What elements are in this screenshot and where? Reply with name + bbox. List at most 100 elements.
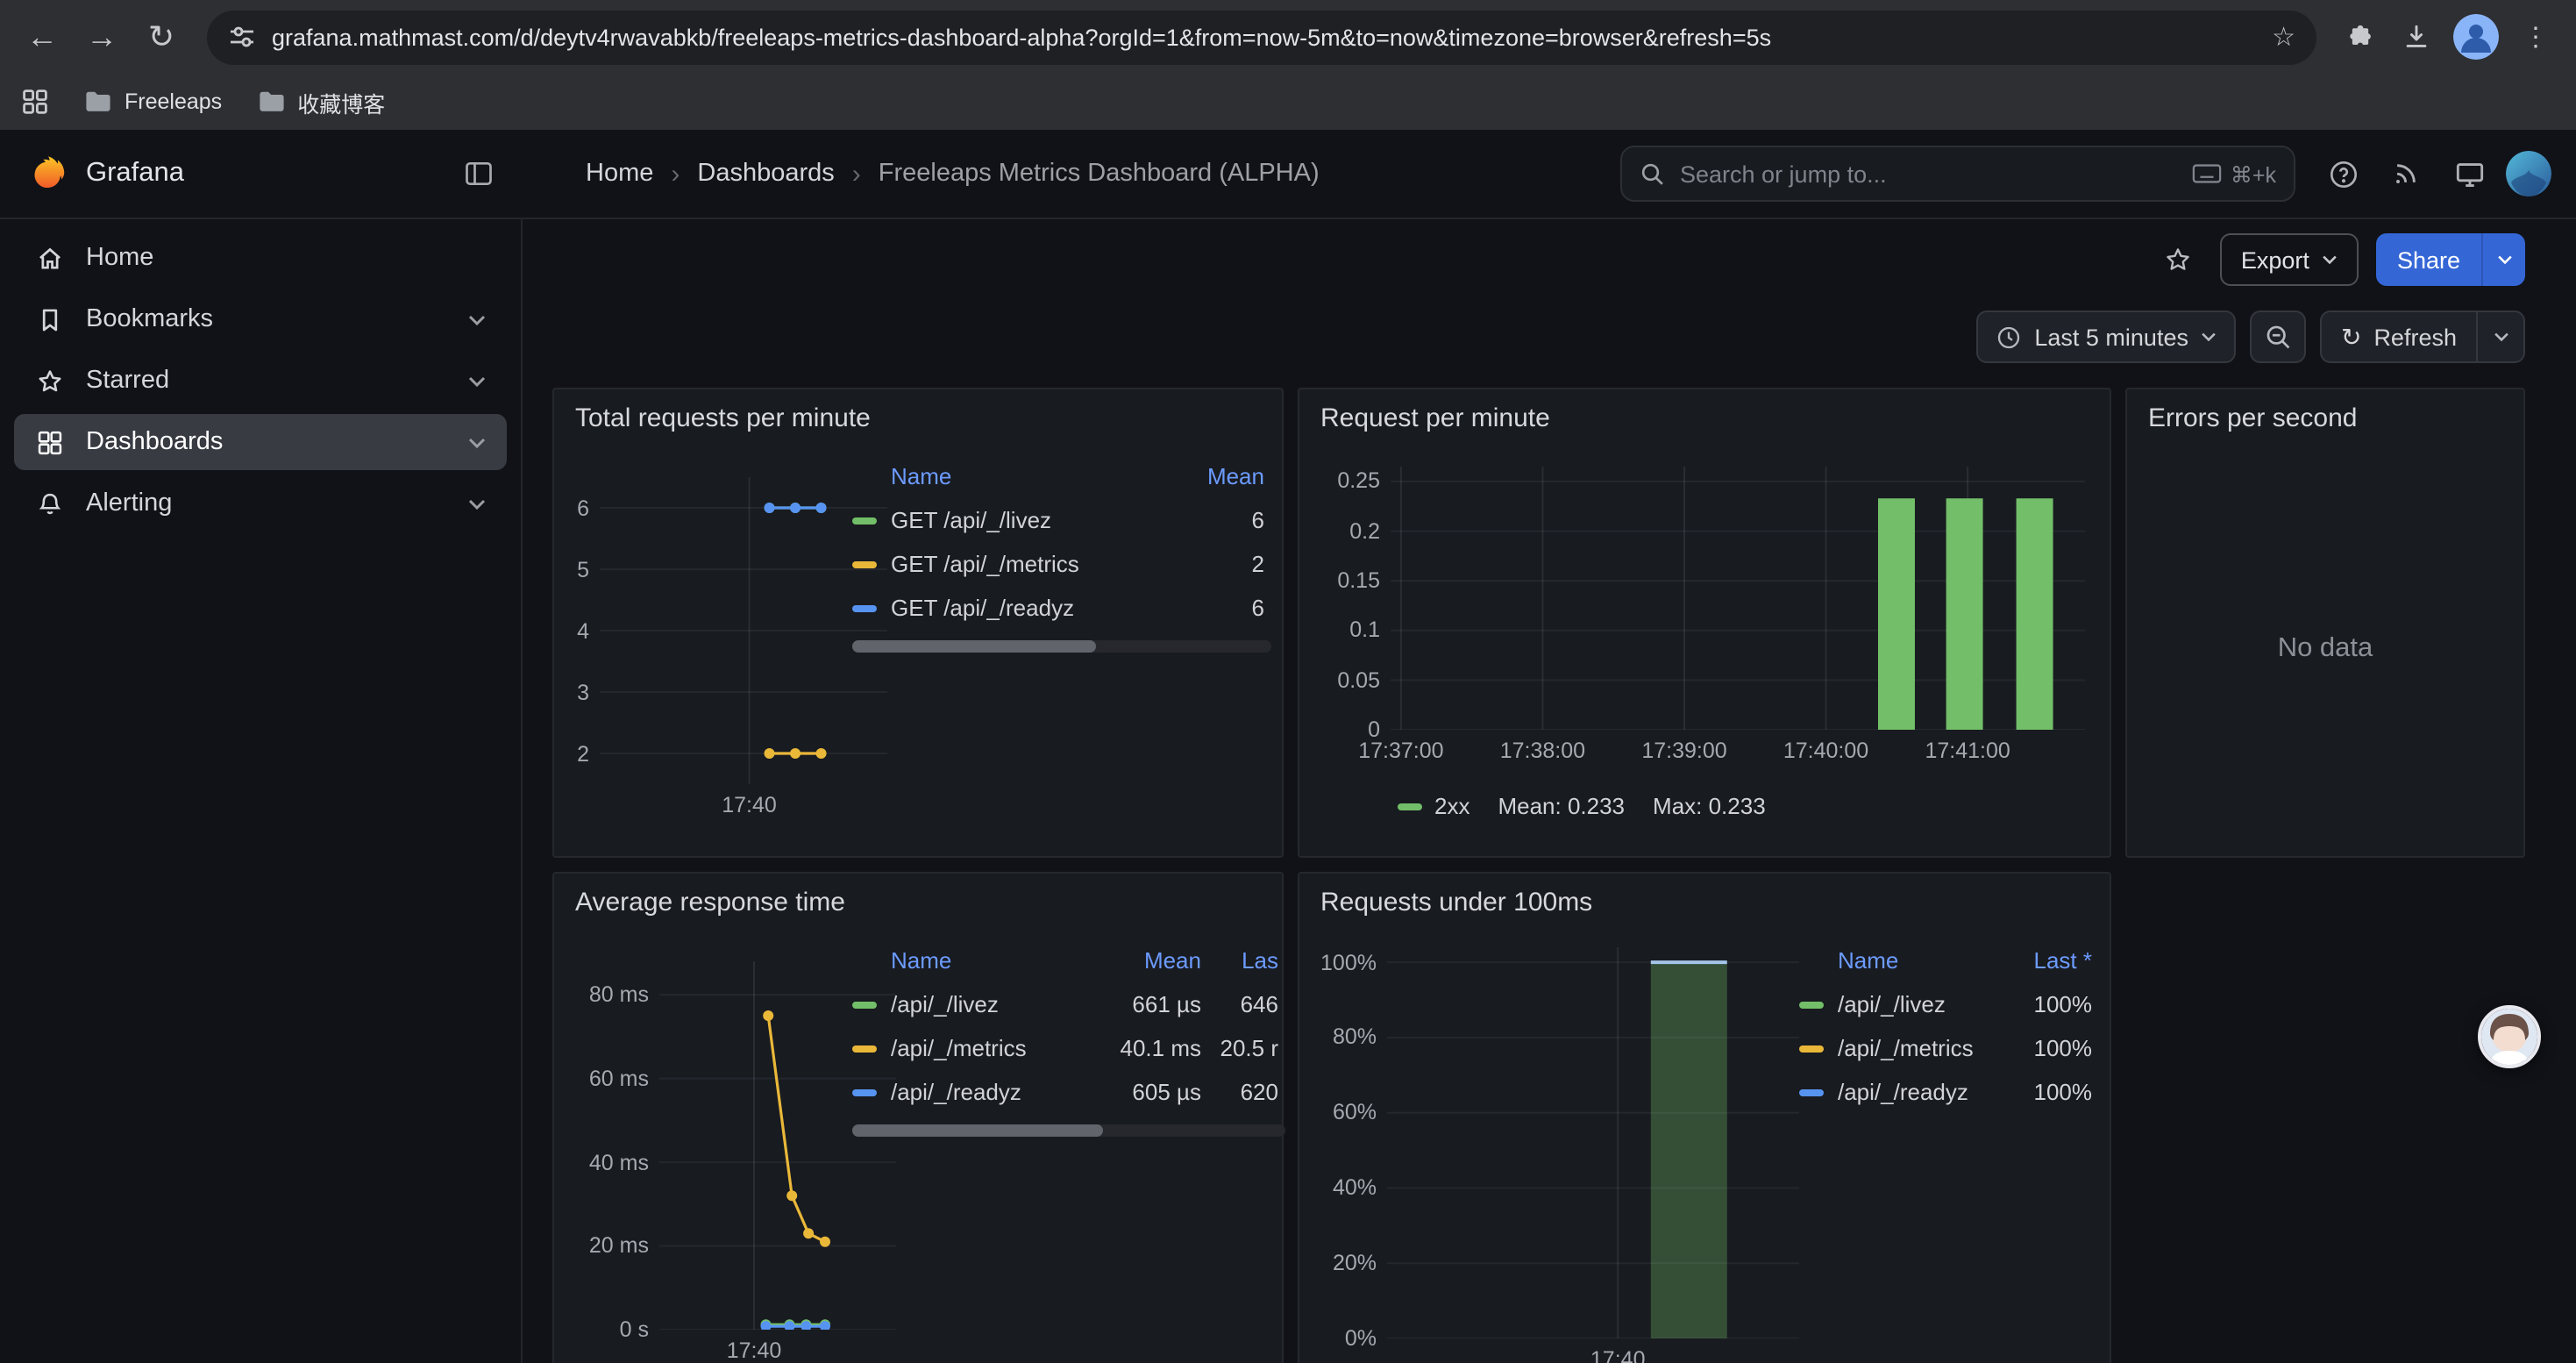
url-bar[interactable]: grafana.mathmast.com/d/deytv4rwavabkb/fr… [207, 10, 2316, 64]
sidebar-item-home[interactable]: Home [14, 230, 507, 286]
legend-row[interactable]: /api/_/metrics40.1 ms20.5 r [852, 1026, 1285, 1070]
export-button[interactable]: Export [2220, 233, 2359, 286]
x-axis-label: 17:40 [680, 793, 820, 817]
sidebar-item-label: Home [86, 244, 153, 272]
legend-header[interactable]: Las [1208, 946, 1285, 973]
sidebar-item-starred[interactable]: Starred [14, 353, 507, 409]
legend-scrollbar[interactable] [852, 640, 1271, 653]
legend-row[interactable]: GET /api/_/readyz6 [852, 586, 1271, 630]
legend-header[interactable]: Name [1838, 946, 2011, 973]
help-icon[interactable] [2316, 147, 2369, 200]
legend-header[interactable]: Name [891, 462, 1191, 489]
bookmark-icon [35, 304, 65, 334]
scrollbar-thumb[interactable] [852, 640, 1095, 653]
x-axis-label: 17:37:00 [1331, 739, 1471, 763]
legend-header[interactable]: Name [891, 946, 1117, 973]
sidebar-toggle-icon[interactable] [463, 158, 495, 189]
legend-row[interactable]: /api/_/metrics100% [1799, 1026, 2099, 1070]
panel-title[interactable]: Total requests per minute [554, 389, 1282, 433]
time-range-label: Last 5 minutes [2034, 324, 2188, 350]
bookmark-folder-freeleaps[interactable]: Freeleaps [84, 89, 222, 114]
bookmark-star-icon[interactable]: ☆ [2272, 21, 2295, 53]
breadcrumb-home[interactable]: Home [586, 160, 653, 188]
app-shell: Home Bookmarks Starred [0, 219, 2576, 1363]
news-rss-icon[interactable] [2380, 147, 2432, 200]
url-text[interactable]: grafana.mathmast.com/d/deytv4rwavabkb/fr… [272, 24, 2256, 50]
legend-cell: 6 [1191, 507, 1271, 533]
y-axis-label: 5 [547, 557, 589, 582]
panel-title[interactable]: Requests under 100ms [1299, 874, 2110, 917]
legend-cell: 661 µs [1117, 991, 1208, 1017]
y-axis-label: 0 s [565, 1317, 649, 1342]
browser-profile-avatar[interactable] [2453, 14, 2499, 60]
back-button[interactable]: ← [14, 9, 70, 65]
breadcrumb-separator: › [671, 159, 680, 189]
scrollbar-thumb[interactable] [852, 1124, 1104, 1137]
plot-area [600, 477, 887, 784]
user-avatar[interactable] [2506, 151, 2551, 196]
panel-title[interactable]: Errors per second [2127, 389, 2523, 433]
favorite-star-icon[interactable] [2153, 235, 2202, 284]
star-icon [35, 366, 65, 396]
share-dropdown-caret[interactable] [2481, 233, 2525, 286]
chevron-down-icon[interactable] [468, 497, 486, 510]
search-input[interactable]: Search or jump to... ⌘+k [1620, 146, 2295, 202]
legend-scrollbar[interactable] [852, 1124, 1285, 1137]
assistant-avatar[interactable] [2478, 1005, 2541, 1068]
bookmark-folder-blogs[interactable]: 收藏博客 [257, 85, 385, 118]
chevron-down-icon[interactable] [468, 375, 486, 387]
legend-cell: 2 [1191, 551, 1271, 577]
chart-requests-under-100ms: 100%80%60%40%20%0%17:40 [1387, 947, 1799, 1338]
chevron-down-icon[interactable] [468, 436, 486, 448]
grafana-logo[interactable] [28, 154, 67, 193]
folder-icon [84, 89, 112, 114]
legend-row[interactable]: /api/_/readyz605 µs620 [852, 1070, 1285, 1114]
y-axis-label: 60 ms [565, 1067, 649, 1091]
reload-button[interactable]: ↻ [133, 9, 189, 65]
legend-cell: GET /api/_/readyz [891, 595, 1191, 621]
refresh-button[interactable]: ↻ Refresh [2320, 310, 2525, 363]
sidebar-item-alerting[interactable]: Alerting [14, 475, 507, 532]
panel-title[interactable]: Request per minute [1299, 389, 2110, 433]
side-panel-grid-icon[interactable] [21, 88, 49, 116]
legend-row[interactable]: GET /api/_/metrics2 [852, 542, 1271, 586]
x-axis-label: 17:40 [1548, 1347, 1688, 1363]
forward-button[interactable]: → [74, 9, 130, 65]
chevron-down-icon[interactable] [468, 313, 486, 325]
y-axis-label: 3 [547, 680, 589, 704]
share-button[interactable]: Share [2376, 233, 2525, 286]
site-settings-icon[interactable] [228, 23, 256, 51]
browser-menu-icon[interactable]: ⋮ [2509, 11, 2562, 63]
panel-title[interactable]: Average response time [554, 874, 1282, 917]
legend-header[interactable]: Mean [1191, 462, 1271, 489]
y-axis-label: 80% [1299, 1025, 1377, 1050]
legend-row[interactable]: /api/_/readyz100% [1799, 1070, 2099, 1114]
bookmark-label: 收藏博客 [297, 85, 385, 118]
display-icon[interactable] [2443, 147, 2495, 200]
legend-row[interactable]: GET /api/_/livez6 [852, 498, 1271, 542]
legend-cell: /api/_/metrics [1838, 1035, 2011, 1061]
zoom-out-button[interactable] [2250, 310, 2306, 363]
sidebar-item-bookmarks[interactable]: Bookmarks [14, 291, 507, 347]
legend-header[interactable]: Last * [2011, 946, 2099, 973]
legend-row[interactable]: /api/_/livez661 µs646 [852, 982, 1285, 1026]
download-icon[interactable] [2390, 11, 2443, 63]
extensions-icon[interactable] [2334, 11, 2387, 63]
sidebar-item-label: Bookmarks [86, 305, 213, 333]
breadcrumb-separator: › [852, 159, 861, 189]
sidebar-item-label: Starred [86, 367, 169, 395]
grafana-top-nav: Grafana Home › Dashboards › Freeleaps Me… [0, 130, 2576, 219]
legend-series-name[interactable]: 2xx [1434, 793, 1469, 819]
time-range-picker[interactable]: Last 5 minutes [1976, 310, 2236, 363]
panel-total-requests-per-minute: Total requests per minute 6543217:40 Nam… [552, 388, 1284, 858]
legend-header-row: NameMean [852, 453, 1271, 498]
nav-icon-group [2316, 147, 2551, 200]
refresh-interval-caret[interactable] [2476, 312, 2523, 361]
sidebar-item-dashboards[interactable]: Dashboards [14, 414, 507, 470]
legend-cell: 620 [1208, 1079, 1285, 1105]
series-color-swatch [1398, 803, 1422, 810]
legend-row[interactable]: /api/_/livez100% [1799, 982, 2099, 1026]
legend-header[interactable]: Mean [1117, 946, 1208, 973]
breadcrumb-dashboards[interactable]: Dashboards [697, 160, 834, 188]
legend-cell: 100% [2011, 1079, 2099, 1105]
